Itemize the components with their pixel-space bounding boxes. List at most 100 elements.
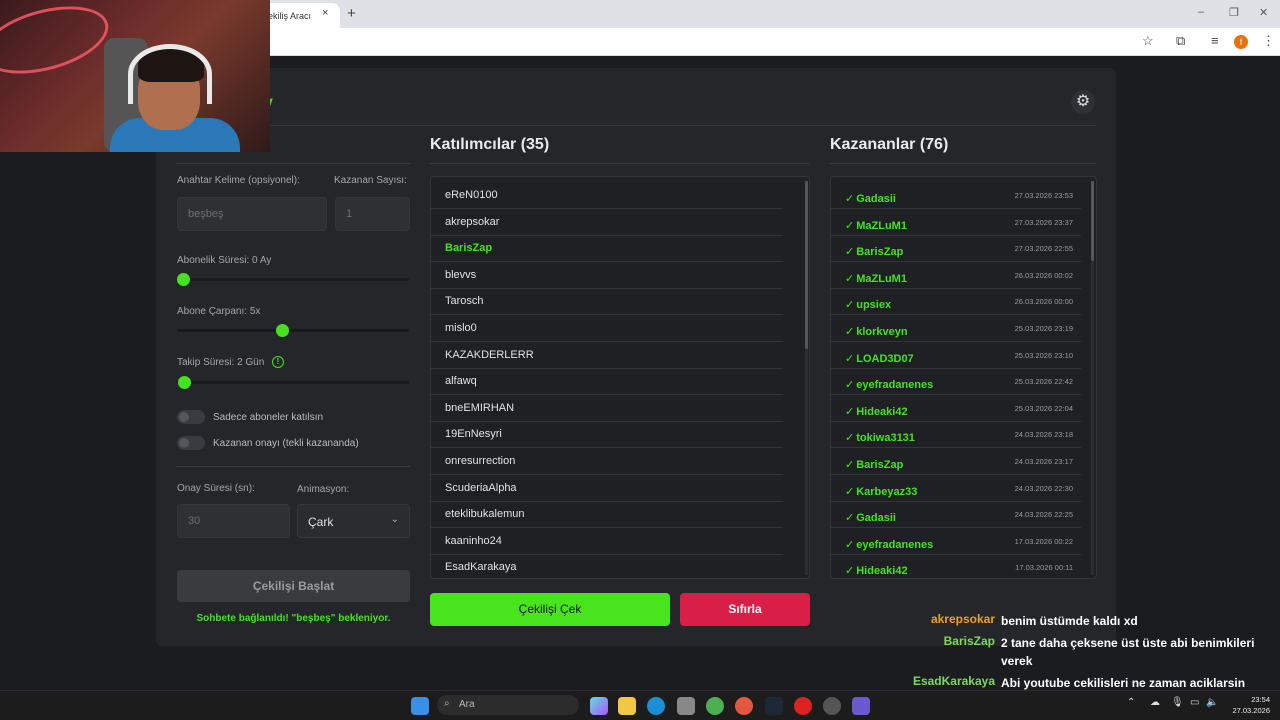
animation-select[interactable]: Çark ⌄ (297, 504, 410, 538)
winner-row[interactable]: ✓ Hideaki42 17.03.2026 00:11 (831, 554, 1081, 578)
winner-row[interactable]: ✓ eyefradanenes 25.03.2026 22:42 (831, 368, 1081, 396)
reset-button[interactable]: Sıfırla (680, 593, 810, 626)
winner-row[interactable]: ✓ MaZLuM1 27.03.2026 23:37 (831, 209, 1081, 236)
participant-row[interactable]: EsadKarakaya (431, 554, 783, 578)
follow-duration-slider[interactable] (178, 376, 191, 389)
only-subs-label: Sadece aboneler katılsın (213, 412, 324, 423)
system-clock[interactable]: 23:54 27.03.2026 (1226, 694, 1270, 716)
participant-row[interactable]: KAZAKDERLERR (431, 342, 783, 369)
participant-row[interactable]: alfawq (431, 368, 783, 396)
participant-row[interactable]: ScuderiaAlpha (431, 475, 783, 502)
winner-name: Karbeyaz33 (856, 485, 918, 498)
webcam-overlay (0, 0, 270, 152)
settings-divider-2 (176, 466, 410, 467)
participant-row[interactable]: kaaninho24 (431, 528, 783, 555)
sub-duration-slider[interactable] (177, 273, 190, 286)
mic-icon[interactable]: 🎙 (1171, 697, 1184, 708)
participant-row[interactable]: BarisZap (431, 235, 783, 263)
participant-row[interactable]: blevvs (431, 262, 783, 289)
discord-icon[interactable] (852, 697, 870, 715)
obs-icon[interactable] (823, 697, 841, 715)
minimize-icon[interactable]: – (1198, 6, 1204, 18)
chrome-icon[interactable] (706, 697, 724, 715)
participants-scroll-thumb[interactable] (805, 181, 808, 349)
clock-time: 23:54 (1251, 695, 1270, 704)
restore-icon[interactable]: ❐ (1229, 6, 1239, 19)
winner-count-input[interactable]: 1 (335, 197, 410, 231)
info-icon[interactable]: ! (272, 356, 284, 368)
winner-row[interactable]: ✓ BarisZap 27.03.2026 22:55 (831, 235, 1081, 263)
participant-row[interactable]: 19EnNesyri (431, 421, 783, 449)
confirm-time-label: Onay Süresi (sn): (177, 483, 255, 494)
winner-row[interactable]: ✓ MaZLuM1 26.03.2026 00:02 (831, 262, 1081, 289)
winner-row[interactable]: ✓ LOAD3D07 25.03.2026 23:10 (831, 342, 1081, 369)
onedrive-icon[interactable]: ☁ (1150, 697, 1160, 708)
winner-row[interactable]: ✓ Gadasii 27.03.2026 23:53 (831, 182, 1081, 209)
settings-gear-icon[interactable]: ⚙ (1071, 90, 1095, 114)
window-close-icon[interactable]: ✕ (1259, 6, 1268, 19)
edge-icon[interactable] (647, 697, 665, 715)
winner-confirm-toggle[interactable] (177, 436, 205, 450)
check-icon: ✓ (845, 326, 855, 338)
check-icon: ✓ (845, 405, 855, 418)
participant-row[interactable]: onresurrection (431, 448, 783, 475)
confirm-time-input[interactable]: 30 (177, 504, 290, 538)
tab-title: ekiliş Aracı (268, 11, 312, 21)
start-icon[interactable] (411, 697, 429, 715)
winner-timestamp: 27.03.2026 23:37 (1014, 217, 1073, 227)
file-explorer-icon[interactable] (618, 697, 636, 715)
chrome-active-icon[interactable] (735, 697, 753, 715)
participant-row[interactable]: mislo0 (431, 315, 783, 342)
store-icon[interactable] (677, 697, 695, 715)
participant-row[interactable]: bneEMIRHAN (431, 395, 783, 422)
participant-row[interactable]: eReN0100 (431, 182, 783, 209)
opera-icon[interactable] (794, 697, 812, 715)
keyword-input[interactable]: beşbeş (177, 197, 327, 231)
winner-name: eyefradanenes (856, 379, 934, 392)
winner-name: eyefradanenes (856, 538, 934, 551)
extensions-icon[interactable]: ⧉ (1176, 33, 1185, 49)
animation-label: Animasyon: (297, 484, 350, 495)
sub-multiplier-slider[interactable] (275, 324, 289, 337)
copilot-icon[interactable] (590, 697, 608, 715)
winner-row[interactable]: ✓ upsiex 26.03.2026 00:00 (831, 288, 1081, 316)
winner-row[interactable]: ✓ Hideaki42 25.03.2026 22:04 (831, 395, 1081, 422)
winners-list[interactable]: ✓ Gadasii 27.03.2026 23:53 ✓ MaZLuM1 27.03.20… (830, 176, 1097, 579)
tab-close-icon[interactable]: × (322, 7, 328, 19)
new-tab-icon[interactable]: + (347, 5, 356, 22)
winners-scroll-thumb[interactable] (1091, 181, 1094, 261)
winner-timestamp: 26.03.2026 00:00 (1014, 297, 1073, 307)
participants-title: Katılımcılar (35) (430, 136, 550, 153)
winner-row[interactable]: ✓ Karbeyaz33 24.03.2026 22:30 (831, 475, 1081, 502)
profile-avatar[interactable]: f (1234, 35, 1248, 49)
winner-confirm-label: Kazanan onayı (tekli kazananda) (213, 438, 359, 449)
participant-row[interactable]: Tarosch (431, 288, 783, 316)
participants-list[interactable]: eReN0100 akrepsokar BarisZap blevvs Tarosch m… (430, 176, 810, 579)
clock-date: 27.03.2026 (1232, 706, 1270, 715)
reading-list-icon[interactable]: ≡ (1211, 33, 1219, 48)
steam-icon[interactable] (765, 697, 783, 715)
participant-row[interactable]: eteklibukalemun (431, 501, 783, 529)
browser-menu-icon[interactable]: ⋮ (1262, 33, 1275, 49)
winner-name: klorkveyn (856, 326, 908, 338)
bookmark-star-icon[interactable]: ☆ (1142, 33, 1154, 49)
settings-divider (176, 163, 410, 164)
winner-row[interactable]: ✓ Gadasii 24.03.2026 22:25 (831, 501, 1081, 529)
chat-text: 2 tane daha çeksene üst üste abi benimki… (1001, 636, 1255, 668)
only-subs-toggle[interactable] (177, 410, 205, 424)
network-icon[interactable]: ▭ (1190, 697, 1199, 708)
winner-timestamp: 24.03.2026 22:30 (1014, 483, 1073, 493)
volume-icon[interactable]: 🔈 (1206, 697, 1218, 708)
draw-button[interactable]: Çekilişi Çek (430, 593, 670, 626)
winner-timestamp: 26.03.2026 00:02 (1014, 270, 1073, 280)
start-giveaway-button[interactable]: Çekilişi Başlat (177, 570, 410, 602)
tray-chevron-icon[interactable]: ⌃ (1127, 697, 1135, 708)
winner-row[interactable]: ✓ BarisZap 24.03.2026 23:17 (831, 448, 1081, 475)
check-icon: ✓ (845, 432, 855, 445)
winner-row[interactable]: ✓ klorkveyn 25.03.2026 23:19 (831, 315, 1081, 342)
winner-row[interactable]: ✓ tokiwa3131 24.03.2026 23:18 (831, 421, 1081, 449)
winner-name: MaZLuM1 (856, 219, 907, 232)
participant-row[interactable]: akrepsokar (431, 209, 783, 236)
taskbar-search[interactable]: ⌕ Ara (437, 695, 579, 715)
winner-row[interactable]: ✓ eyefradanenes 17.03.2026 00:22 (831, 528, 1081, 555)
